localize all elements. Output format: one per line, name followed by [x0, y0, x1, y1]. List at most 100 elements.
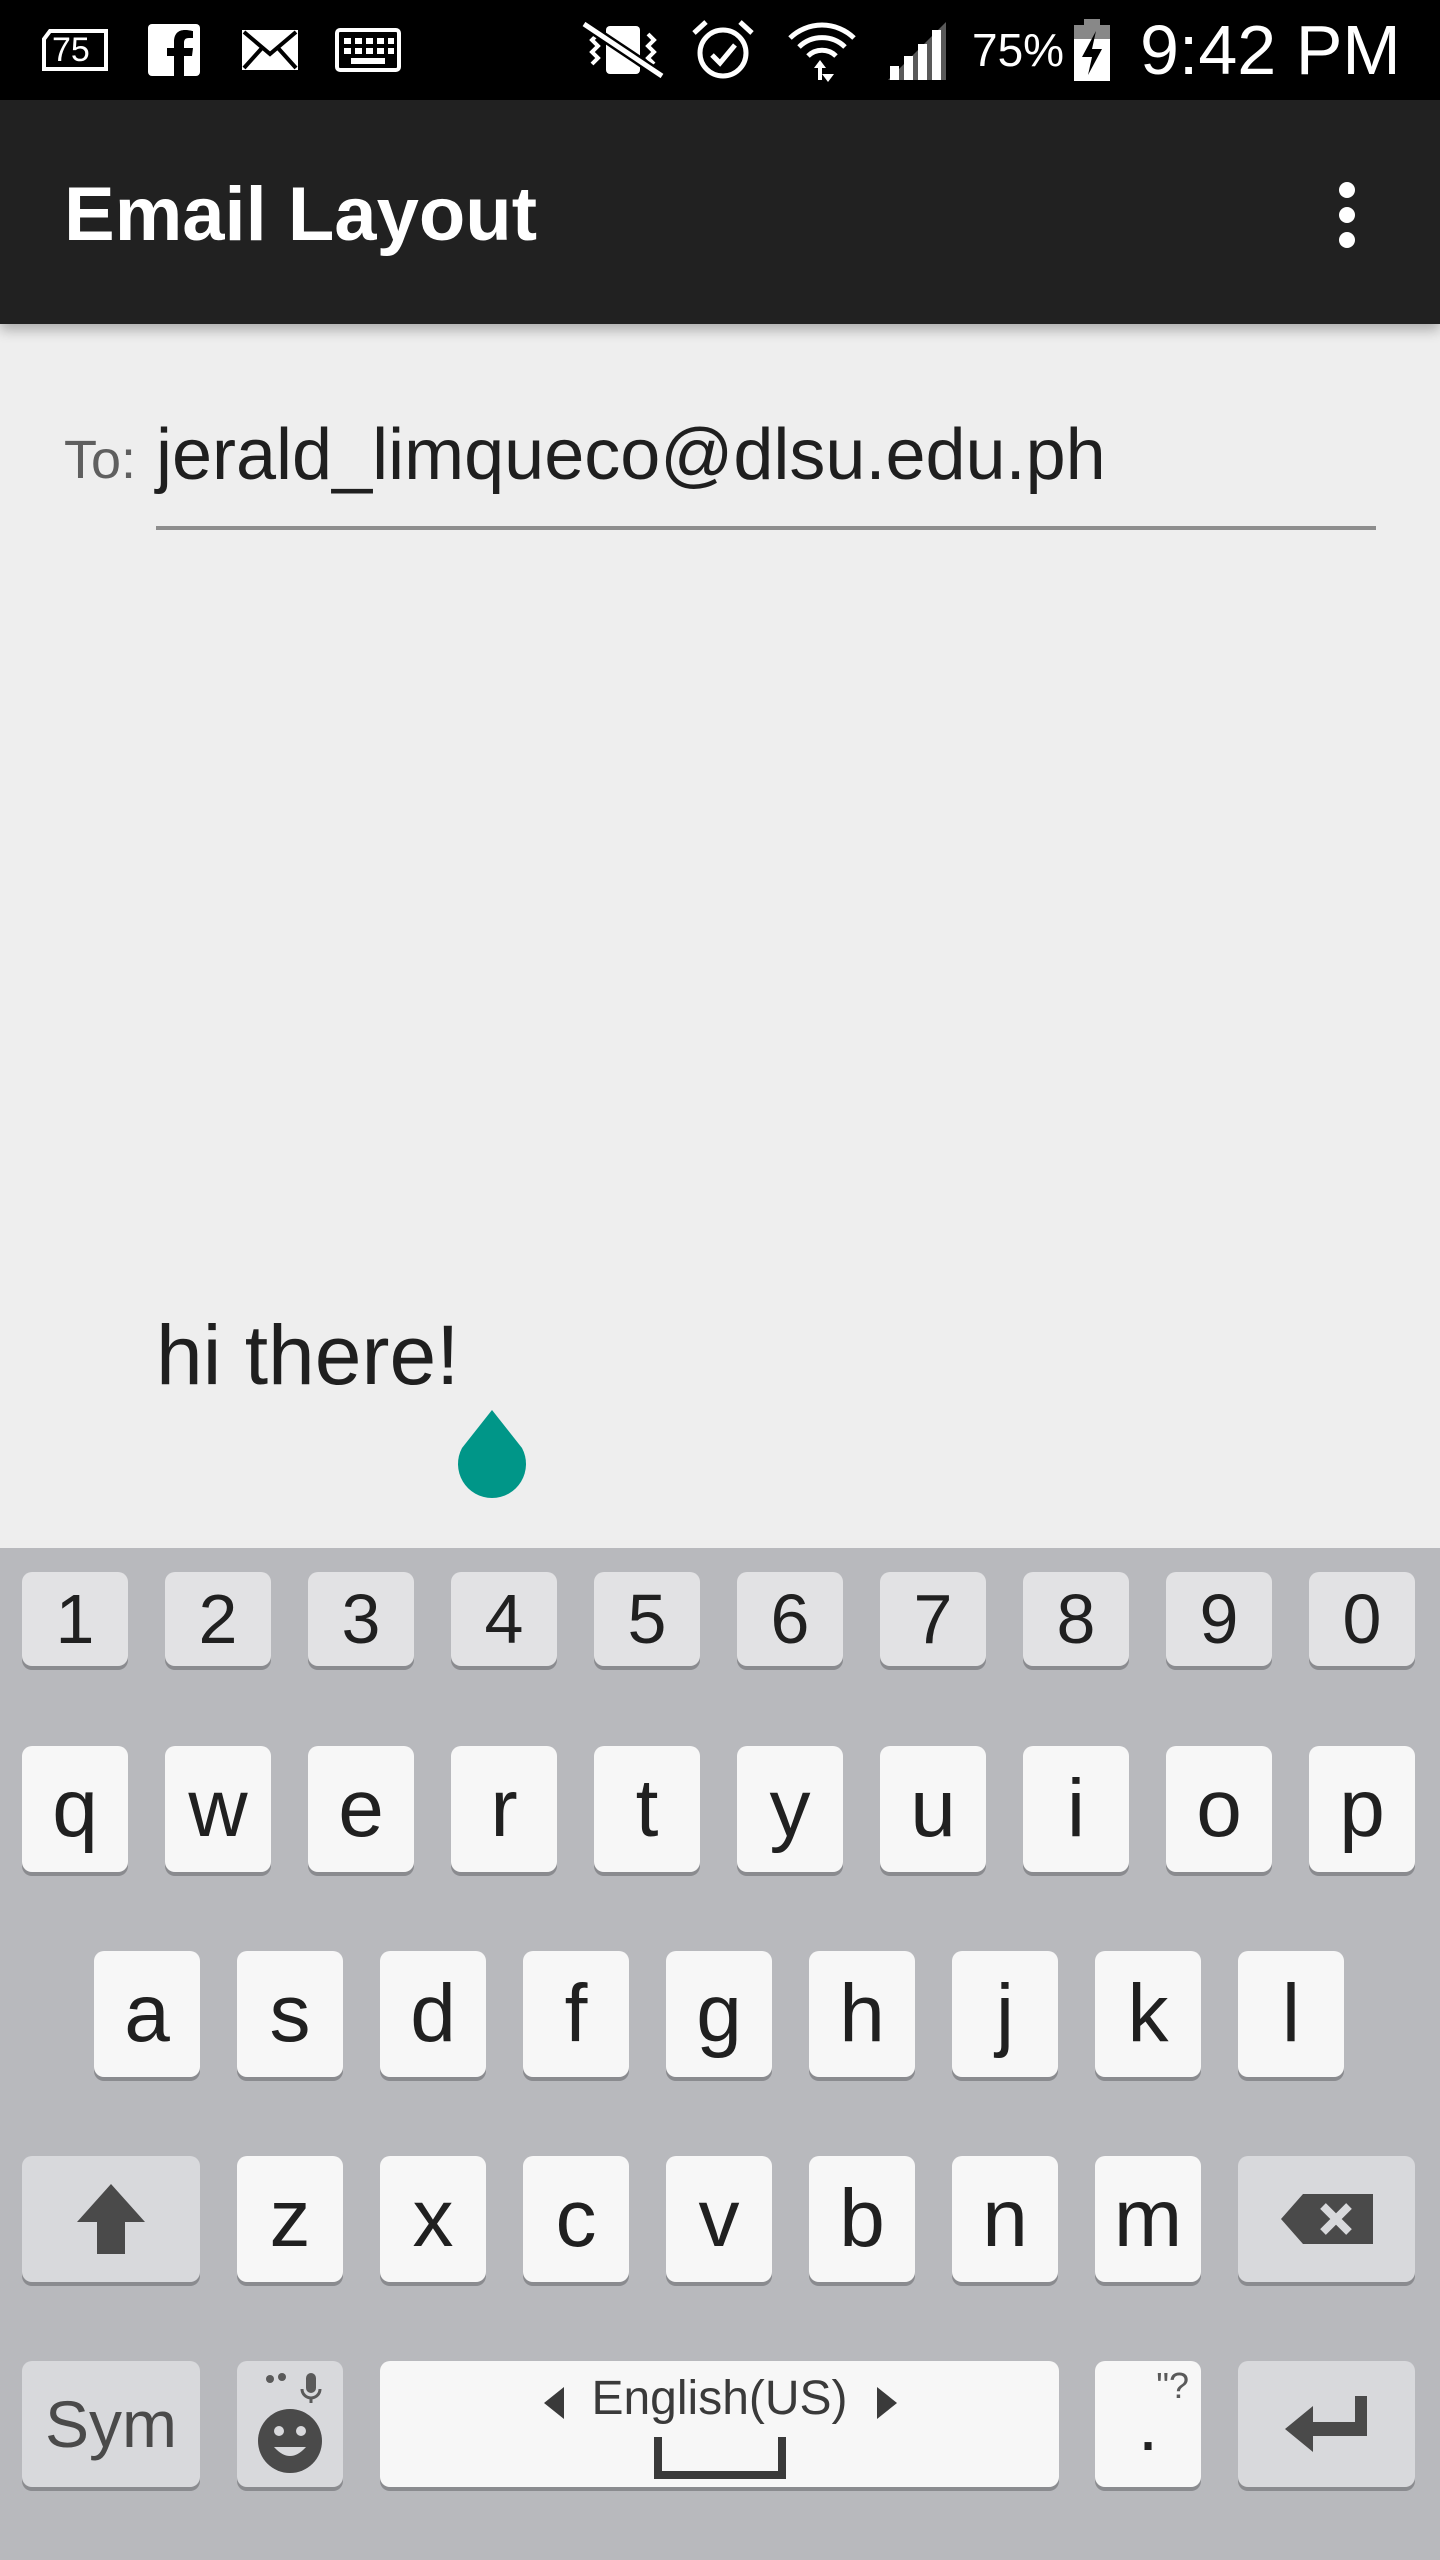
battery-charging-icon: [1072, 16, 1112, 84]
vibrate-icon: [576, 16, 670, 84]
key-v[interactable]: v: [666, 2156, 772, 2282]
key-label: c: [555, 2173, 597, 2264]
key-6[interactable]: 6: [737, 1572, 843, 1666]
keyboard-icon: [334, 16, 402, 84]
facebook-icon: [146, 16, 202, 84]
key-e[interactable]: e: [308, 1746, 414, 1872]
key-label: k: [1127, 1968, 1169, 2059]
to-input[interactable]: jerald_limqueco@dlsu.edu.ph: [156, 410, 1376, 530]
key-y[interactable]: y: [737, 1746, 843, 1872]
key-g[interactable]: g: [666, 1951, 772, 2077]
key-label: w: [188, 1763, 248, 1854]
enter-key[interactable]: [1238, 2361, 1415, 2487]
app-bar: Email Layout: [0, 100, 1440, 324]
key-0[interactable]: 0: [1309, 1572, 1415, 1666]
key-a[interactable]: a: [94, 1951, 200, 2077]
battery-percent: 75%: [972, 24, 1065, 76]
emoji-mic-icon: [258, 2373, 322, 2473]
message-body-input[interactable]: hi there!: [156, 1300, 1376, 1440]
soft-keyboard: 1 2 3 4 5 6 7 8 9 0 q w e r t y u i o p …: [0, 1548, 1440, 2560]
alarm-icon: [690, 16, 756, 84]
key-n[interactable]: n: [952, 2156, 1058, 2282]
key-1[interactable]: 1: [22, 1572, 128, 1666]
key-label: 1: [55, 1580, 95, 1658]
emoji-key[interactable]: [237, 2361, 343, 2487]
key-label: 3: [341, 1580, 381, 1658]
key-z[interactable]: z: [237, 2156, 343, 2282]
key-label: v: [698, 2173, 740, 2264]
language-prev-icon: [544, 2387, 564, 2419]
key-c[interactable]: c: [523, 2156, 629, 2282]
key-l[interactable]: l: [1238, 1951, 1344, 2077]
key-label: f: [564, 1968, 588, 2059]
key-7[interactable]: 7: [880, 1572, 986, 1666]
sym-key[interactable]: Sym: [22, 2361, 200, 2487]
key-label: l: [1281, 1968, 1301, 2059]
backspace-icon: [1280, 2194, 1373, 2244]
key-label: 4: [484, 1580, 524, 1658]
text-cursor-handle[interactable]: [450, 1408, 534, 1508]
shift-key[interactable]: [22, 2156, 200, 2282]
notification-badge: 75: [52, 31, 90, 69]
key-label: 8: [1056, 1580, 1096, 1658]
key-t[interactable]: t: [594, 1746, 700, 1872]
key-s[interactable]: s: [237, 1951, 343, 2077]
key-label: b: [839, 2173, 885, 2264]
key-label: e: [338, 1763, 384, 1854]
key-j[interactable]: j: [952, 1951, 1058, 2077]
key-k[interactable]: k: [1095, 1951, 1201, 2077]
message-body-value: hi there!: [156, 1308, 460, 1402]
key-label: 5: [627, 1580, 667, 1658]
key-q[interactable]: q: [22, 1746, 128, 1872]
key-label: z: [269, 2173, 311, 2264]
key-h[interactable]: h: [809, 1951, 915, 2077]
key-x[interactable]: x: [380, 2156, 486, 2282]
key-m[interactable]: m: [1095, 2156, 1201, 2282]
key-label: o: [1196, 1763, 1242, 1854]
shift-icon: [77, 2184, 145, 2254]
key-9[interactable]: 9: [1166, 1572, 1272, 1666]
key-label: x: [412, 2173, 454, 2264]
key-5[interactable]: 5: [594, 1572, 700, 1666]
key-label: Sym: [45, 2387, 177, 2461]
app-title: Email Layout: [64, 172, 537, 257]
key-o[interactable]: o: [1166, 1746, 1272, 1872]
to-input-value: jerald_limqueco@dlsu.edu.ph: [156, 415, 1106, 495]
key-label: d: [410, 1968, 456, 2059]
key-label: 7: [913, 1580, 953, 1658]
key-label: n: [982, 2173, 1028, 2264]
space-key[interactable]: English(US): [380, 2361, 1059, 2487]
notification-75-icon: 75: [40, 16, 114, 84]
key-i[interactable]: i: [1023, 1746, 1129, 1872]
wifi-icon: [786, 16, 858, 84]
key-4[interactable]: 4: [451, 1572, 557, 1666]
key-2[interactable]: 2: [165, 1572, 271, 1666]
language-next-icon: [877, 2387, 897, 2419]
key-label: p: [1339, 1763, 1385, 1854]
overflow-menu-button[interactable]: [1314, 170, 1380, 260]
key-p[interactable]: p: [1309, 1746, 1415, 1872]
period-hint: "?: [1156, 2365, 1189, 2406]
key-u[interactable]: u: [880, 1746, 986, 1872]
key-label: m: [1113, 2173, 1183, 2264]
key-label: i: [1066, 1763, 1086, 1854]
key-b[interactable]: b: [809, 2156, 915, 2282]
key-label: t: [635, 1763, 659, 1854]
key-r[interactable]: r: [451, 1746, 557, 1872]
signal-icon: [884, 16, 950, 84]
key-label: 6: [770, 1580, 810, 1658]
backspace-key[interactable]: [1238, 2156, 1415, 2282]
key-d[interactable]: d: [380, 1951, 486, 2077]
key-w[interactable]: w: [165, 1746, 271, 1872]
key-label: g: [696, 1968, 742, 2059]
key-8[interactable]: 8: [1023, 1572, 1129, 1666]
key-f[interactable]: f: [523, 1951, 629, 2077]
to-label: To:: [64, 430, 137, 490]
key-label: q: [52, 1763, 98, 1854]
key-label: 9: [1199, 1580, 1239, 1658]
more-vert-icon: [1339, 182, 1355, 248]
mail-icon: [240, 16, 300, 84]
key-label: 2: [198, 1580, 238, 1658]
key-3[interactable]: 3: [308, 1572, 414, 1666]
period-key[interactable]: "? .: [1095, 2361, 1201, 2487]
